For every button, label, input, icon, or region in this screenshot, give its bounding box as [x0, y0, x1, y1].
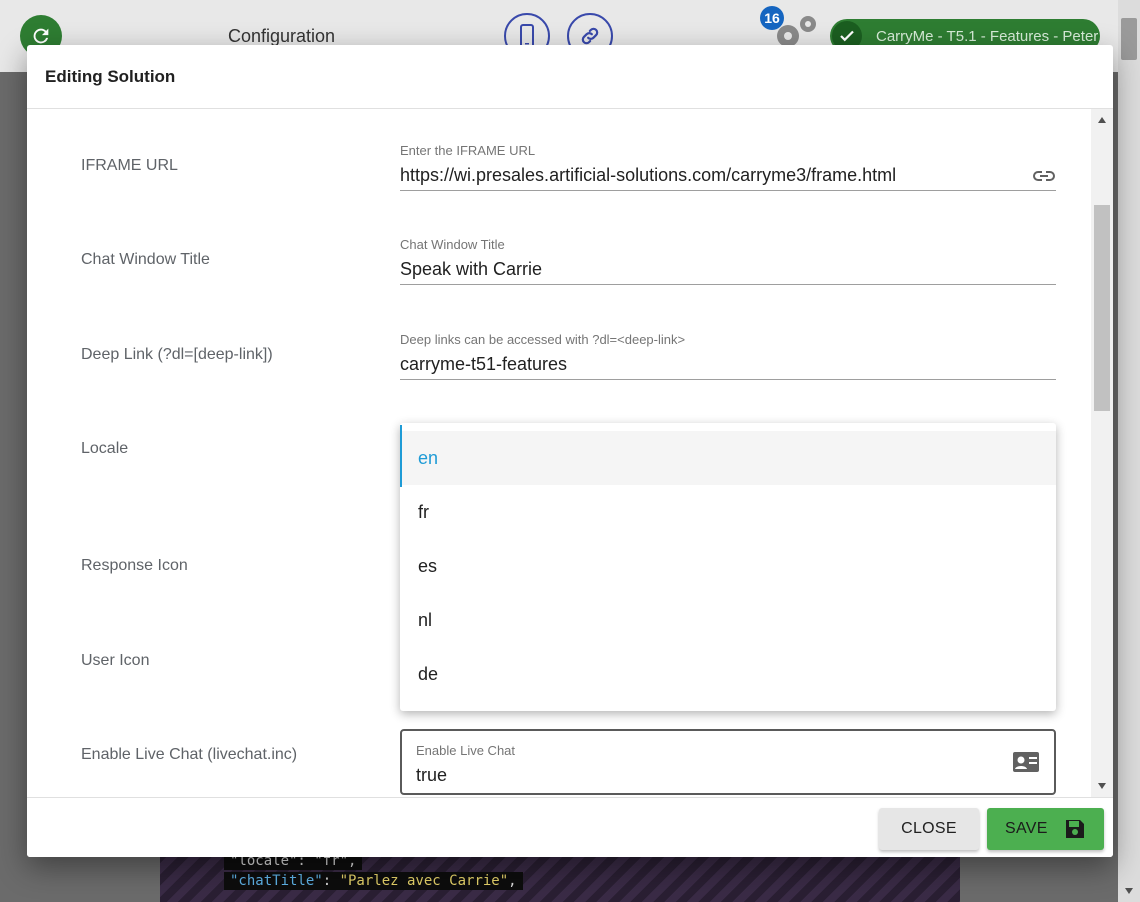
deep-link-value: carryme-t51-features	[400, 354, 568, 374]
editing-solution-dialog: Editing Solution IFRAME URL Enter the IF…	[27, 45, 1113, 857]
iframe-url-value: https://wi.presales.artificial-solutions…	[400, 165, 897, 185]
dialog-scroll-thumb[interactable]	[1094, 205, 1110, 411]
iframe-url-input[interactable]: https://wi.presales.artificial-solutions…	[400, 161, 1056, 191]
live-chat-row-label: Enable Live Chat (livechat.inc)	[81, 746, 298, 763]
dialog-footer: CLOSE SAVE	[27, 797, 1113, 857]
dialog-scrollbar[interactable]	[1091, 109, 1113, 797]
scroll-up-icon[interactable]	[1098, 117, 1106, 123]
page-scrollbar[interactable]	[1118, 0, 1140, 902]
iframe-url-label: Enter the IFRAME URL	[400, 143, 536, 158]
code-preview: "locale": "fr", "chatTitle": "Parlez ave…	[160, 852, 960, 902]
code-line-chat-title: "chatTitle": "Parlez avec Carrie",	[224, 872, 523, 890]
deep-link-field[interactable]: Deep links can be accessed with ?dl=<dee…	[400, 332, 1056, 380]
chat-title-label: Chat Window Title	[400, 237, 505, 252]
dialog-header: Editing Solution	[27, 45, 1113, 109]
close-button[interactable]: CLOSE	[879, 808, 979, 850]
dialog-body: IFRAME URL Enter the IFRAME URL https://…	[27, 109, 1113, 797]
page-title: Configuration	[228, 26, 336, 46]
chat-title-value: Speak with Carrie	[400, 259, 543, 279]
scroll-down-icon[interactable]	[1098, 783, 1106, 789]
response-icon-row-label: Response Icon	[81, 557, 188, 574]
live-chat-value: true	[416, 765, 448, 785]
user-icon-row-label: User Icon	[81, 652, 150, 669]
locale-option-nl[interactable]: nl	[400, 593, 1056, 647]
locale-row-label: Locale	[81, 440, 129, 457]
save-icon	[1066, 820, 1084, 838]
solution-label: CarryMe - T5.1 - Features - Peter	[876, 27, 1099, 45]
save-button[interactable]: SAVE	[987, 808, 1104, 850]
settings-button[interactable]: 16	[760, 6, 822, 50]
notification-badge: 16	[760, 6, 784, 30]
page-scroll-down-icon[interactable]	[1125, 888, 1133, 894]
deep-link-row-label: Deep Link (?dl=[deep-link])	[81, 346, 273, 363]
locale-focus-indicator	[400, 425, 402, 487]
chat-title-field[interactable]: Chat Window Title Speak with Carrie	[400, 237, 1056, 285]
chat-title-input[interactable]: Speak with Carrie	[400, 255, 1056, 285]
link-icon	[581, 27, 599, 45]
save-button-label: SAVE	[1005, 820, 1048, 837]
dialog-title: Editing Solution	[45, 66, 176, 86]
locale-option-es[interactable]: es	[400, 539, 1056, 593]
deep-link-label: Deep links can be accessed with ?dl=<dee…	[400, 332, 686, 347]
page-scroll-thumb[interactable]	[1121, 18, 1137, 60]
locale-option-fr[interactable]: fr	[400, 485, 1056, 539]
live-chat-label: Enable Live Chat	[416, 743, 516, 758]
deep-link-input[interactable]: carryme-t51-features	[400, 350, 1056, 380]
refresh-icon	[33, 28, 49, 44]
iframe-url-row-label: IFRAME URL	[81, 157, 178, 174]
link-icon[interactable]	[1032, 165, 1056, 187]
locale-option-en[interactable]: en	[400, 431, 1056, 485]
contact-card-icon	[1013, 752, 1039, 772]
locale-dropdown-menu[interactable]: en fr es nl de	[400, 423, 1056, 711]
live-chat-field[interactable]: Enable Live Chat true	[400, 729, 1056, 795]
locale-option-de[interactable]: de	[400, 647, 1056, 701]
iframe-url-field[interactable]: Enter the IFRAME URL https://wi.presales…	[400, 143, 1056, 191]
chat-title-row-label: Chat Window Title	[81, 251, 210, 268]
